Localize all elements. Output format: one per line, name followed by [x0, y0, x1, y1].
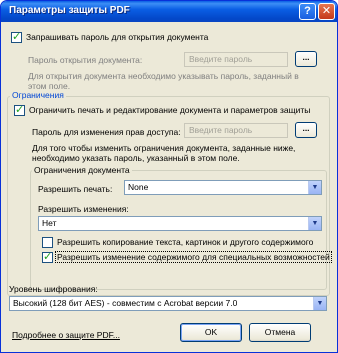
allow-copy-label: Разрешить копирование текста, картинок и…: [57, 237, 314, 247]
encryption-level-select[interactable]: Высокий (128 бит AES) - совместим с Acro…: [9, 296, 327, 311]
dialog-title: Параметры защиты PDF: [9, 5, 130, 16]
document-restrictions-title: Ограничения документа: [32, 165, 132, 175]
permissions-password-input[interactable]: Введите пароль: [184, 123, 288, 138]
print-select[interactable]: None ▼: [124, 180, 322, 195]
changes-select-value: Нет: [42, 218, 57, 228]
title-bar[interactable]: Параметры защиты PDF ? ✕: [1, 1, 337, 22]
open-password-browse-button[interactable]: ...: [295, 51, 317, 67]
restrict-label: Ограничить печать и редактирование докум…: [29, 105, 311, 115]
changes-label: Разрешить изменения:: [38, 204, 129, 214]
permissions-password-label: Пароль для изменения прав доступа:: [32, 127, 181, 137]
changes-select[interactable]: Нет ▼: [38, 216, 322, 231]
close-button[interactable]: ✕: [318, 3, 335, 20]
allow-copy-checkbox[interactable]: [42, 237, 53, 248]
cancel-button[interactable]: Отмена: [249, 323, 311, 342]
encryption-level-label: Уровень шифрования:: [9, 284, 98, 294]
require-open-password-checkbox[interactable]: [11, 30, 22, 43]
permissions-hint-line2: необходимо указать пароль, указанный в э…: [32, 153, 240, 163]
help-button[interactable]: ?: [299, 3, 316, 20]
chevron-down-icon: ▼: [308, 181, 321, 194]
permissions-hint-line1: Для того чтобы изменить ограничения доку…: [32, 143, 296, 153]
ok-button[interactable]: OK: [180, 323, 242, 342]
encryption-level-value: Высокий (128 бит AES) - совместим с Acro…: [13, 298, 238, 308]
chevron-down-icon: ▼: [308, 217, 321, 230]
print-select-value: None: [128, 182, 149, 192]
security-dialog: Параметры защиты PDF ? ✕ Запрашивать пар…: [0, 0, 338, 353]
chevron-down-icon: ▼: [313, 297, 326, 310]
dialog-body: Запрашивать пароль для открытия документ…: [4, 22, 334, 351]
open-password-input[interactable]: Введите пароль: [184, 52, 288, 67]
restrict-checkbox[interactable]: [14, 103, 25, 116]
restrictions-group-title: Ограничения: [10, 90, 66, 100]
allow-accessibility-label: Разрешить изменение содержимого для спец…: [55, 251, 332, 263]
require-open-password-label: Запрашивать пароль для открытия документ…: [26, 32, 209, 42]
more-about-pdf-security-link[interactable]: Подробнее о защите PDF...: [12, 330, 120, 340]
allow-accessibility-checkbox[interactable]: [42, 250, 53, 263]
open-password-hint-line1: Для открытия документа необходимо указыв…: [28, 71, 299, 81]
open-password-label: Пароль открытия документа:: [28, 55, 143, 65]
print-label: Разрешить печать:: [38, 184, 113, 194]
permissions-password-browse-button[interactable]: ...: [295, 122, 317, 138]
